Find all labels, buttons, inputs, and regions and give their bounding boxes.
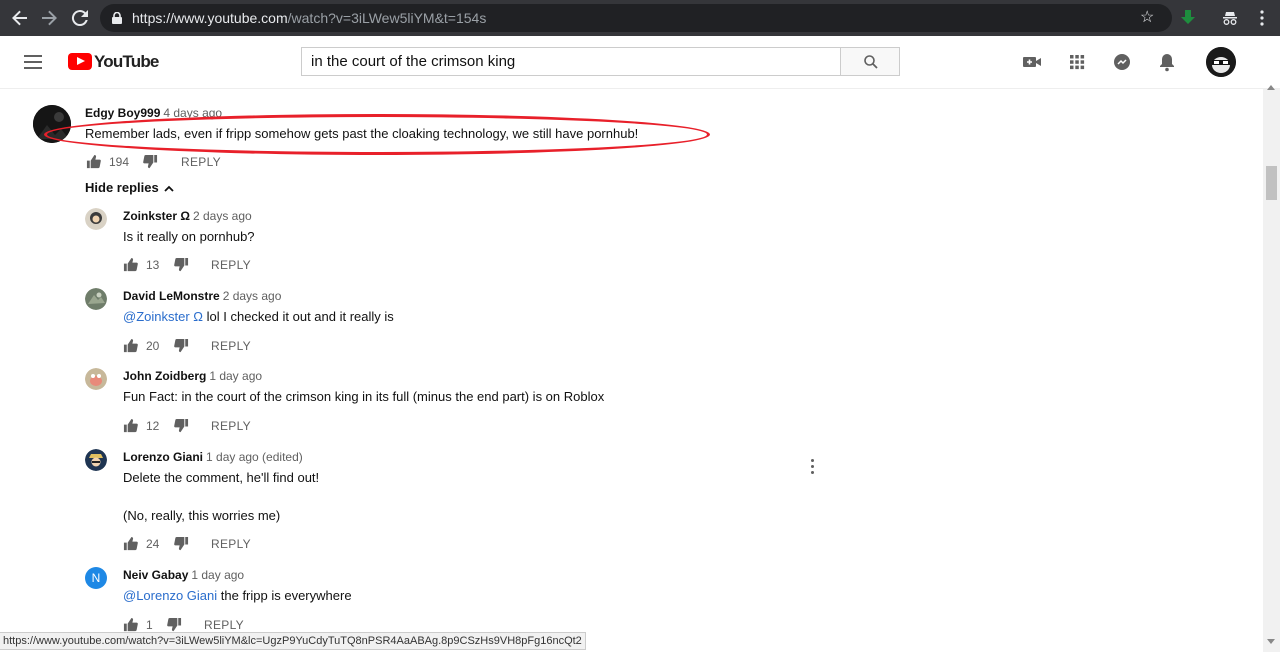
thumbs-up-icon[interactable] (86, 154, 101, 169)
reply-author[interactable]: John Zoidberg 1 day ago (123, 369, 262, 383)
reply-author[interactable]: Zoinkster Ω2 days ago (123, 209, 252, 223)
extension-download-icon[interactable] (1176, 6, 1200, 30)
comment-avatar[interactable] (33, 105, 71, 143)
reply-author[interactable]: Neiv Gabay 1 day ago (123, 568, 244, 582)
comments-section: Edgy Boy999 4 days ago Remember lads, eve… (0, 89, 1256, 652)
reply-button[interactable]: REPLY (211, 537, 251, 551)
thumbs-up-icon[interactable] (123, 338, 138, 353)
reply-text: @Lorenzo Giani the fripp is everywhere (123, 588, 352, 603)
reply-button[interactable]: REPLY (181, 155, 221, 169)
reply-button[interactable]: REPLY (204, 618, 244, 632)
create-video-icon[interactable] (1022, 52, 1042, 72)
link-status-bar: https://www.youtube.com/watch?v=3iLWew5l… (0, 632, 586, 650)
reply-author[interactable]: Lorenzo Giani 1 day ago (edited) (123, 450, 303, 464)
incognito-icon[interactable] (1218, 6, 1242, 30)
account-avatar[interactable] (1206, 47, 1236, 77)
back-arrow-icon[interactable] (8, 6, 32, 30)
mention-link[interactable]: @Lorenzo Giani (123, 588, 217, 603)
comment-actions: 194 REPLY (86, 154, 246, 170)
reply-avatar[interactable] (85, 368, 107, 390)
page-scrollbar[interactable] (1263, 85, 1280, 652)
thumbs-down-icon[interactable] (174, 418, 189, 433)
address-bar[interactable]: https://www.youtube.com/watch?v=3iLWew5l… (100, 4, 1172, 32)
reply-text: @Zoinkster Ω lol I checked it out and it… (123, 309, 394, 324)
thumbs-up-icon[interactable] (123, 617, 138, 632)
reply-actions: 13 REPLY (123, 257, 283, 273)
reply-text: Delete the comment, he'll find out! (123, 470, 320, 485)
thumbs-up-icon[interactable] (123, 257, 138, 272)
like-count: 194 (109, 155, 130, 169)
thumbs-up-icon[interactable] (123, 536, 138, 551)
thumbs-down-icon[interactable] (174, 257, 189, 272)
search-box[interactable] (301, 47, 841, 76)
chevron-up-icon (164, 185, 174, 192)
apps-icon[interactable] (1067, 52, 1087, 72)
reply-text: Fun Fact: in the court of the crimson ki… (123, 389, 605, 404)
search-icon (864, 55, 878, 69)
scroll-up-arrow-icon[interactable] (1267, 85, 1275, 90)
reply-avatar[interactable] (85, 449, 107, 471)
youtube-logo[interactable]: YouTube (68, 52, 159, 72)
url-text: https://www.youtube.com/watch?v=3iLWew5l… (132, 10, 487, 26)
menu-icon[interactable] (24, 55, 42, 69)
search-button[interactable] (840, 47, 900, 76)
thumbs-down-icon[interactable] (167, 617, 182, 632)
reply-avatar[interactable] (85, 208, 107, 230)
reply-button[interactable]: REPLY (211, 258, 251, 272)
hide-replies-toggle[interactable]: Hide replies (85, 180, 174, 195)
forward-arrow-icon[interactable] (37, 6, 61, 30)
reply-actions: 20 REPLY (123, 338, 283, 354)
reload-icon[interactable] (68, 6, 92, 30)
reply-actions: 12 REPLY (123, 418, 283, 434)
like-count: 1 (146, 618, 153, 632)
reply-text-line-2: (No, really, this worries me) (123, 508, 281, 523)
search-input[interactable] (302, 48, 841, 75)
youtube-masthead: YouTube (0, 36, 1280, 89)
reply-author[interactable]: David LeMonstre 2 days ago (123, 289, 281, 303)
thumbs-down-icon[interactable] (174, 536, 189, 551)
reply-avatar[interactable]: N (85, 567, 107, 589)
scrollbar-thumb[interactable] (1266, 166, 1277, 200)
lock-icon (112, 12, 122, 24)
thumbs-down-icon[interactable] (143, 154, 158, 169)
like-count: 24 (146, 537, 160, 551)
reply-actions: 1 REPLY (123, 617, 283, 633)
reply-button[interactable]: REPLY (211, 339, 251, 353)
scroll-down-arrow-icon[interactable] (1267, 639, 1275, 644)
bookmark-star-icon[interactable]: ☆ (1140, 7, 1154, 27)
mention-link[interactable]: @Zoinkster Ω (123, 309, 203, 324)
like-count: 12 (146, 419, 160, 433)
browser-toolbar: https://www.youtube.com/watch?v=3iLWew5l… (0, 0, 1280, 36)
notifications-icon[interactable] (1157, 52, 1177, 72)
youtube-play-icon (68, 53, 92, 70)
browser-menu-icon[interactable] (1250, 6, 1274, 30)
reply-actions: 24 REPLY (123, 536, 283, 552)
comment-time[interactable]: 4 days ago (163, 106, 222, 120)
reply-text: Is it really on pornhub? (123, 229, 255, 244)
reply-button[interactable]: REPLY (211, 419, 251, 433)
like-count: 20 (146, 339, 160, 353)
comment-text: Remember lads, even if fripp somehow get… (85, 126, 639, 141)
thumbs-down-icon[interactable] (174, 338, 189, 353)
like-count: 13 (146, 258, 160, 272)
reply-avatar[interactable] (85, 288, 107, 310)
thumbs-up-icon[interactable] (123, 418, 138, 433)
messages-icon[interactable] (1112, 52, 1132, 72)
comment-author[interactable]: Edgy Boy999 4 days ago (85, 106, 222, 120)
more-actions-icon[interactable] (811, 459, 815, 475)
